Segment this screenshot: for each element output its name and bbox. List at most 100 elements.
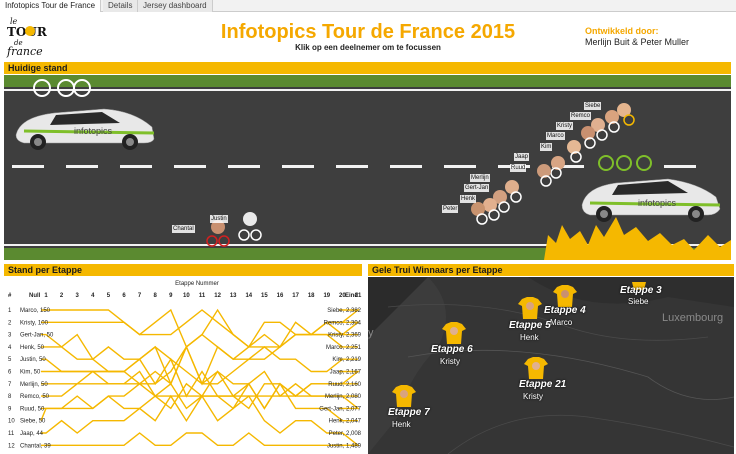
rank-number: 4 — [8, 345, 12, 351]
rank-number: 3 — [8, 333, 12, 339]
end-label[interactable]: Henk, 2,047 — [329, 419, 362, 425]
rider-label-ruud: Ruud — [510, 164, 527, 172]
svg-text:infotopics: infotopics — [74, 126, 113, 136]
tab-bar: Infotopics Tour de France Details Jersey… — [0, 0, 736, 12]
race-scene: infotopics infotopics — [4, 75, 731, 260]
rider-label-jaap: Jaap — [514, 153, 530, 161]
rank-line-siebe[interactable] — [40, 309, 361, 421]
rank-number: 9 — [8, 406, 12, 412]
start-label[interactable]: Henk, 50 — [20, 345, 45, 351]
end-label[interactable]: Kim, 2,219 — [332, 357, 361, 363]
end-label[interactable]: Marco, 2,251 — [326, 345, 362, 351]
stage-number-header: 20 — [339, 293, 346, 299]
stage-number-header: 7 — [138, 293, 142, 299]
stage-number-header: 11 — [199, 293, 206, 299]
marker-stage-7-label[interactable]: Etappe 7 — [388, 407, 430, 418]
rank-number: 11 — [8, 431, 15, 437]
rider-label-chantal: Chantal — [172, 225, 195, 233]
rank-number: 6 — [8, 370, 12, 376]
start-label[interactable]: Kristy, 100 — [20, 320, 49, 326]
end-label[interactable]: Remco, 2,304 — [324, 320, 362, 326]
stage-number-header: 19 — [323, 293, 330, 299]
rider-label-kristy: Kristy — [556, 122, 573, 130]
rank-number: 2 — [8, 320, 12, 326]
rider-label-peter: Peter — [442, 205, 459, 213]
yellow-jersey-map[interactable]: Luxembourg y Etappe 3 Siebe Etappe 4 Mar… — [368, 277, 734, 454]
rank-line-jaap[interactable] — [41, 370, 361, 434]
end-label[interactable]: Ruud, 2,160 — [328, 382, 361, 388]
stage-number-header: 13 — [230, 293, 237, 299]
tab-infotopics-tour[interactable]: Infotopics Tour de France — [0, 0, 102, 12]
tab-details[interactable]: Details — [103, 0, 139, 12]
rank-chart: Etappe Nummer # Null Eind 1 2 3 4 5 6 7 8 9 10 11 1… — [8, 281, 362, 449]
stage-rank-table: Etappe Nummer # Null Eind 1 2 3 4 5 6 7 8 9 10 11 1… — [3, 277, 363, 454]
end-label[interactable]: Merlijn, 2,080 — [325, 394, 362, 400]
stage-number-header: 10 — [183, 293, 190, 299]
map-label-cut: y — [368, 327, 374, 339]
marker-stage-5-label[interactable]: Etappe 5 — [509, 320, 551, 331]
start-label[interactable]: Siebe, 50 — [20, 419, 46, 425]
end-label[interactable]: Justin, 1,489 — [327, 443, 362, 449]
rider-label-gert-jan: Gert-Jan — [464, 184, 490, 192]
start-label[interactable]: Justin, 50 — [20, 357, 46, 363]
stage-number-header: 15 — [261, 293, 268, 299]
map-background — [368, 277, 734, 454]
axis-title: Etappe Nummer — [175, 281, 219, 287]
developer-names: Merlijn Buit & Peter Muller — [585, 37, 690, 47]
rank-line-kristy[interactable] — [41, 308, 358, 349]
end-label[interactable]: Siebe, 2,382 — [327, 308, 361, 314]
rider-label-kim: Kim — [540, 143, 553, 151]
start-label[interactable]: Merlijn, 50 — [20, 382, 48, 388]
end-label[interactable]: Jaap, 2,167 — [330, 370, 362, 376]
marker-stage-21-winner: Kristy — [523, 392, 543, 401]
rider-label-remco: Remco — [570, 112, 592, 120]
start-label[interactable]: Jaap, 44 — [20, 431, 44, 437]
stage-number-header: 2 — [60, 293, 64, 299]
marker-stage-21-label[interactable]: Etappe 21 — [519, 379, 566, 390]
tab-jersey-dashboard[interactable]: Jersey dashboard — [138, 0, 213, 12]
stage-number-header: 4 — [91, 293, 95, 299]
end-label[interactable]: Kristy, 2,369 — [328, 333, 362, 339]
stage-number-header: 18 — [308, 293, 315, 299]
marker-stage-7-winner: Henk — [392, 420, 411, 429]
developer-label: Ontwikkeld door: — [585, 26, 659, 36]
start-label[interactable]: Chantal, 39 — [20, 443, 51, 449]
start-label[interactable]: Remco, 50 — [20, 394, 50, 400]
end-label[interactable]: Peter, 2,008 — [329, 431, 362, 437]
stage-number-header: 3 — [76, 293, 80, 299]
rider-label-siebe: Siebe — [584, 102, 602, 110]
stage-number-header: 16 — [277, 293, 284, 299]
stage-number-header: 17 — [292, 293, 299, 299]
stage-number-header: 5 — [107, 293, 111, 299]
rank-line-chantal[interactable] — [41, 432, 358, 447]
section-header-yellow-jersey: Gele Trui Winnaars per Etappe — [368, 264, 734, 276]
stage-number-header: 6 — [122, 293, 126, 299]
end-label[interactable]: Gert-Jan, 2,077 — [319, 406, 361, 412]
marker-stage-6-label[interactable]: Etappe 6 — [431, 344, 473, 355]
race-visualization: infotopics infotopics Siebe Remco Kristy… — [4, 75, 731, 260]
marker-stage-3-winner: Siebe — [628, 297, 649, 306]
marker-stage-5-winner: Henk — [520, 333, 539, 342]
rank-line-marco[interactable] — [41, 309, 358, 348]
start-label[interactable]: Kim, 50 — [20, 370, 41, 376]
section-header-per-stage: Stand per Etappe — [4, 264, 362, 276]
stage-number-header: 12 — [214, 293, 221, 299]
col-null-header: Null — [29, 293, 41, 299]
rider-label-justin: Justin — [210, 215, 228, 223]
svg-text:infotopics: infotopics — [638, 198, 677, 208]
marker-stage-3-label[interactable]: Etappe 3 — [620, 285, 662, 296]
start-label[interactable]: Gert-Jan, 50 — [20, 333, 54, 339]
marker-stage-4-label[interactable]: Etappe 4 — [544, 305, 586, 316]
rider-label-henk: Henk — [460, 195, 477, 203]
section-header-standings: Huidige stand — [4, 62, 731, 74]
stage-number-header: 1 — [44, 293, 48, 299]
stage-number-header: 14 — [245, 293, 252, 299]
start-label[interactable]: Marco, 150 — [20, 308, 51, 314]
stage-number-header: 21 — [355, 293, 362, 299]
marker-stage-6-winner: Kristy — [440, 357, 460, 366]
rider-label-marco: Marco — [546, 132, 565, 140]
start-label[interactable]: Ruud, 50 — [20, 406, 45, 412]
rank-number: 10 — [8, 419, 15, 425]
rank-number: 12 — [8, 443, 15, 449]
stage-number-header: 9 — [169, 293, 173, 299]
